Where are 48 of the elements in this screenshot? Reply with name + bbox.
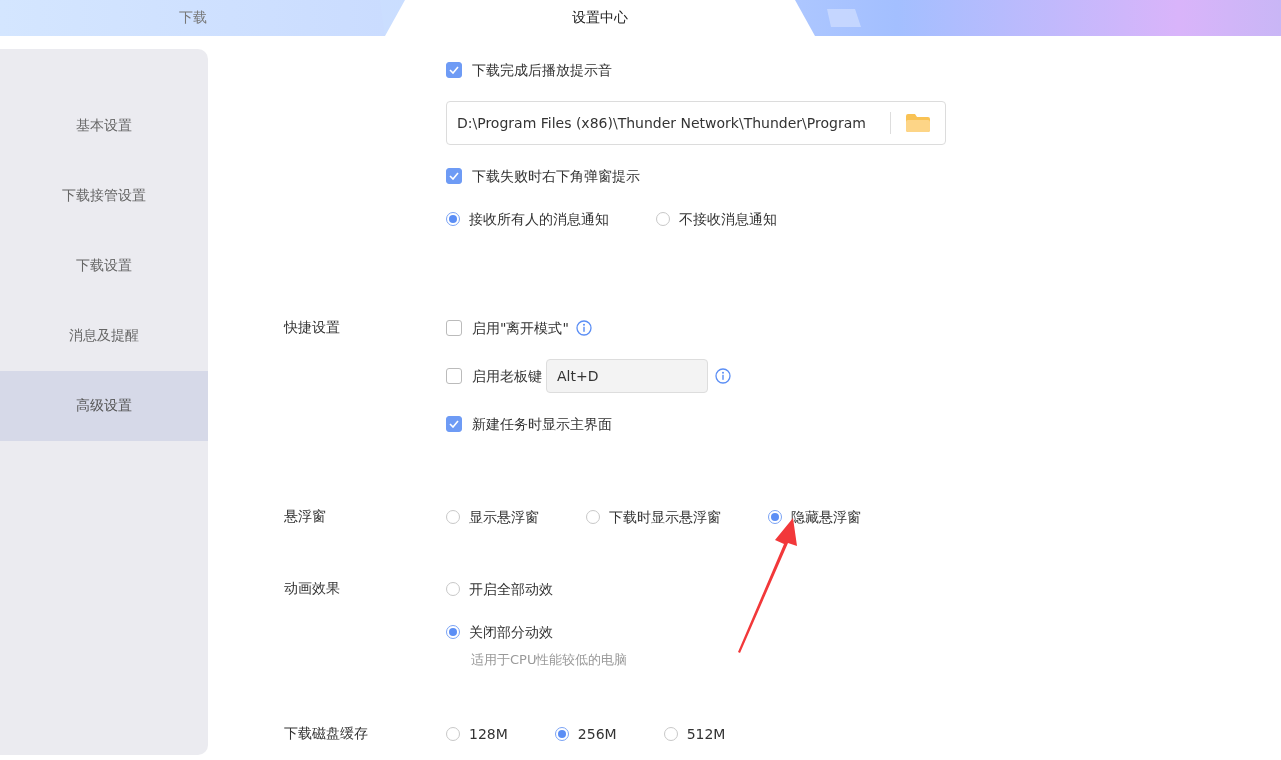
check-icon bbox=[449, 420, 459, 428]
radio-button[interactable] bbox=[586, 510, 600, 524]
checkbox[interactable] bbox=[446, 416, 462, 432]
radio-button[interactable] bbox=[446, 582, 460, 596]
radio-label: 不接收消息通知 bbox=[679, 210, 777, 229]
radio-label: 下载时显示悬浮窗 bbox=[609, 508, 721, 527]
hotkey-field[interactable]: Alt+D bbox=[546, 359, 708, 393]
checkbox-label: 下载完成后播放提示音 bbox=[472, 61, 612, 80]
radio-label: 接收所有人的消息通知 bbox=[469, 210, 609, 229]
section-label: 悬浮窗 bbox=[284, 507, 327, 526]
info-icon[interactable] bbox=[575, 320, 592, 336]
radio-button[interactable] bbox=[446, 212, 460, 226]
hint-text: 适用于CPU性能较低的电脑 bbox=[471, 651, 629, 669]
sidebar-item[interactable]: 下载接管设置 bbox=[0, 161, 208, 231]
sidebar-item[interactable]: 高级设置 bbox=[0, 371, 208, 441]
check-icon bbox=[449, 66, 459, 74]
sidebar-item[interactable]: 消息及提醒 bbox=[0, 301, 208, 371]
radio-button[interactable] bbox=[768, 510, 782, 524]
radio-button[interactable] bbox=[446, 510, 460, 524]
info-icon[interactable] bbox=[715, 368, 731, 384]
checkbox[interactable] bbox=[446, 168, 462, 184]
radio-button[interactable] bbox=[663, 727, 678, 741]
radio-button[interactable] bbox=[446, 625, 460, 639]
radio-label: 256M bbox=[577, 725, 617, 744]
checkbox-label: 下载失败时右下角弹窗提示 bbox=[472, 167, 640, 186]
section-label: 动画效果 bbox=[284, 579, 341, 598]
radio-button[interactable] bbox=[446, 727, 460, 741]
radio-label: 128M bbox=[469, 725, 508, 744]
radio-label: 512M bbox=[686, 725, 726, 744]
sidebar-item[interactable]: 基本设置 bbox=[0, 91, 208, 161]
checkbox-label: 新建任务时显示主界面 bbox=[472, 415, 612, 434]
radio-button[interactable] bbox=[656, 212, 670, 226]
section-label: 快捷设置 bbox=[284, 318, 341, 337]
sidebar-item[interactable]: 下载设置 bbox=[0, 231, 208, 301]
checkbox[interactable] bbox=[446, 62, 462, 78]
checkbox[interactable] bbox=[446, 320, 462, 336]
checkbox[interactable] bbox=[446, 368, 462, 384]
check-icon bbox=[449, 172, 459, 180]
checkbox-label: 启用"离开模式" bbox=[472, 319, 569, 338]
radio-label: 开启全部动效 bbox=[469, 580, 553, 599]
radio-label: 显示悬浮窗 bbox=[469, 508, 539, 527]
section-label: 下载磁盘缓存 bbox=[284, 724, 369, 743]
checkbox-label: 启用老板键 bbox=[472, 367, 542, 386]
tab[interactable]: 设置中心 bbox=[385, 0, 815, 36]
radio-button[interactable] bbox=[554, 727, 569, 741]
path-field[interactable]: D:\Program Files (x86)\Thunder Network\Thunder\Program bbox=[446, 101, 946, 145]
radio-label: 关闭部分动效 bbox=[469, 623, 553, 642]
folder-icon[interactable] bbox=[905, 113, 931, 133]
